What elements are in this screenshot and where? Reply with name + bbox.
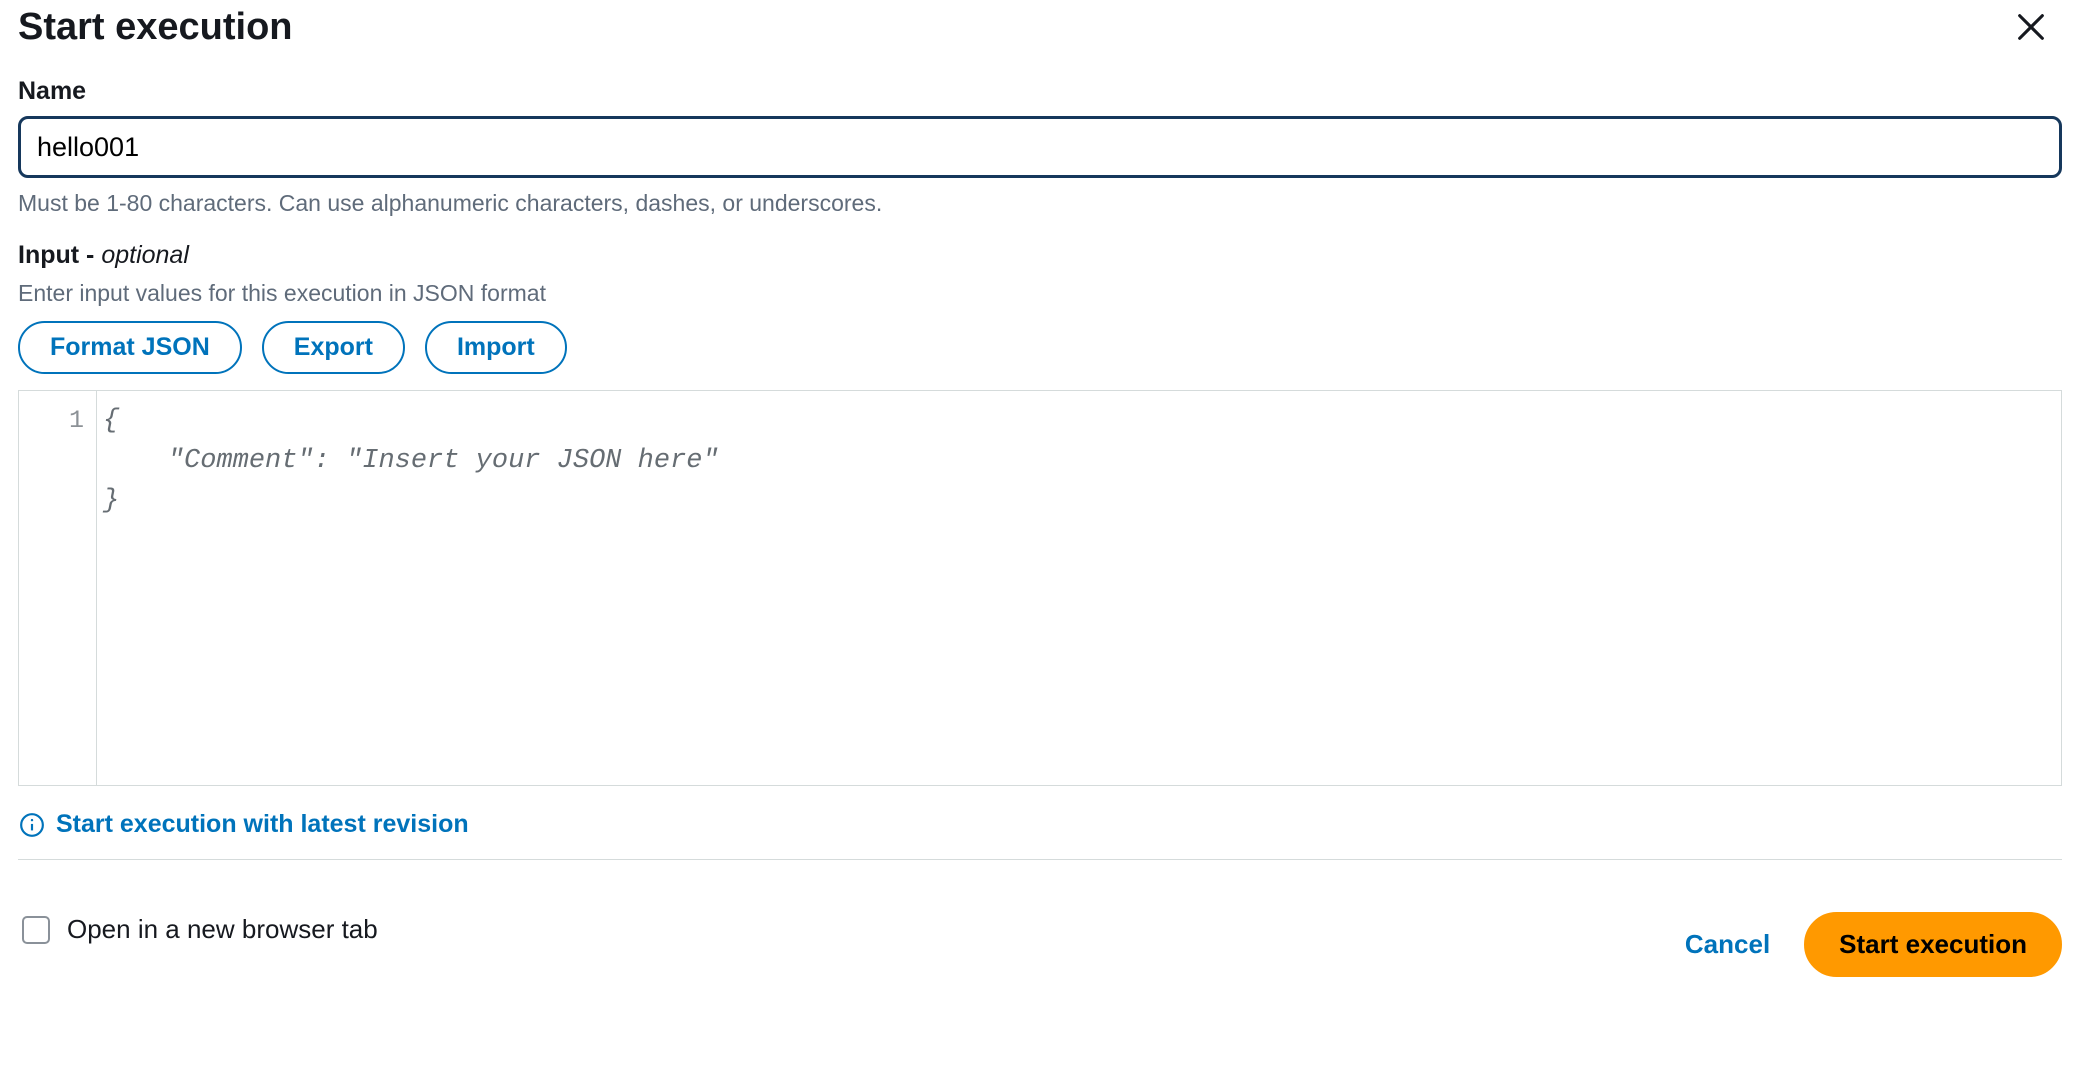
input-label: Input - optional <box>18 241 2062 270</box>
format-json-button[interactable]: Format JSON <box>18 321 242 374</box>
close-icon <box>2014 32 2048 47</box>
footer-actions: Cancel Start execution <box>1679 912 2062 977</box>
info-icon <box>18 811 46 839</box>
input-description: Enter input values for this execution in… <box>18 280 2062 307</box>
open-new-tab-checkbox[interactable] <box>22 916 50 944</box>
editor-gutter: 1 <box>19 391 97 785</box>
input-toolbar: Format JSON Export Import <box>18 321 2062 374</box>
name-field-block: Name Must be 1-80 characters. Can use al… <box>18 77 2062 217</box>
dialog-header: Start execution <box>18 6 2062 77</box>
editor-code[interactable]: { "Comment": "Insert your JSON here" } <box>97 391 2061 785</box>
dialog-title: Start execution <box>18 6 293 49</box>
dialog-footer: Open in a new browser tab Cancel Start e… <box>18 859 2062 977</box>
start-execution-dialog: Start execution Name Must be 1-80 charac… <box>0 0 2080 987</box>
name-input[interactable] <box>18 116 2062 178</box>
open-new-tab-row[interactable]: Open in a new browser tab <box>18 913 378 947</box>
import-button[interactable]: Import <box>425 321 567 374</box>
input-field-block: Input - optional Enter input values for … <box>18 241 2062 786</box>
editor-line-number: 1 <box>19 401 96 441</box>
start-with-latest-revision-link[interactable]: Start execution with latest revision <box>56 810 469 839</box>
info-link-row: Start execution with latest revision <box>18 810 2062 839</box>
cancel-button[interactable]: Cancel <box>1679 919 1776 970</box>
open-new-tab-label: Open in a new browser tab <box>67 914 378 945</box>
close-button[interactable] <box>2010 6 2052 48</box>
export-button[interactable]: Export <box>262 321 405 374</box>
name-helper-text: Must be 1-80 characters. Can use alphanu… <box>18 190 2062 217</box>
start-execution-button[interactable]: Start execution <box>1804 912 2062 977</box>
name-label: Name <box>18 77 2062 106</box>
input-label-optional: optional <box>101 241 189 269</box>
input-label-prefix: Input - <box>18 241 101 269</box>
json-editor[interactable]: 1 { "Comment": "Insert your JSON here" } <box>18 390 2062 786</box>
